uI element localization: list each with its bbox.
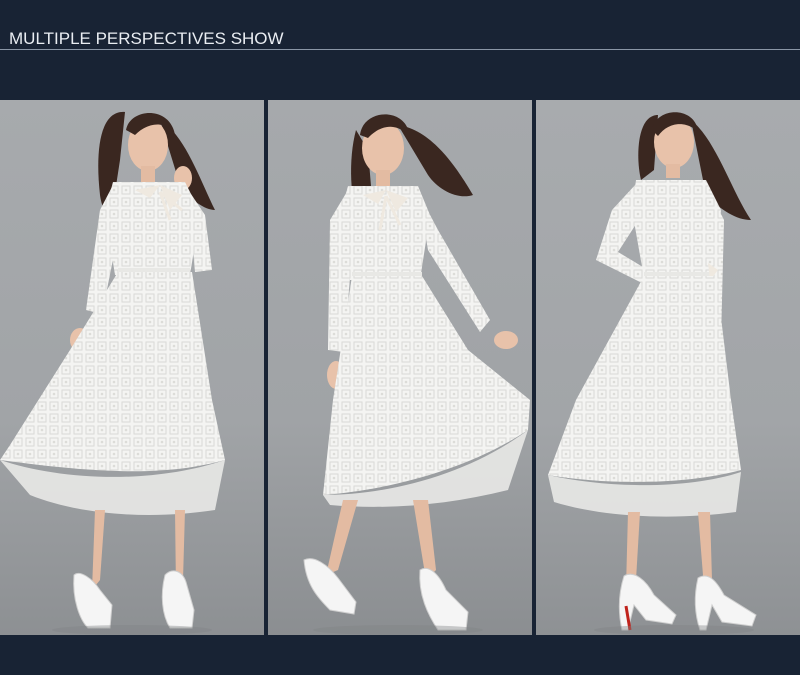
page: MULTIPLE PERSPECTIVES SHOW (0, 0, 800, 675)
section-title: MULTIPLE PERSPECTIVES SHOW (9, 29, 284, 48)
section-divider (0, 49, 800, 50)
model-photo-front (0, 100, 264, 635)
photo-panel-back (536, 100, 800, 635)
photo-panel-walking (268, 100, 532, 635)
model-photo-back (536, 100, 800, 635)
photo-panel-front (0, 100, 264, 635)
model-photo-walking (268, 100, 532, 635)
